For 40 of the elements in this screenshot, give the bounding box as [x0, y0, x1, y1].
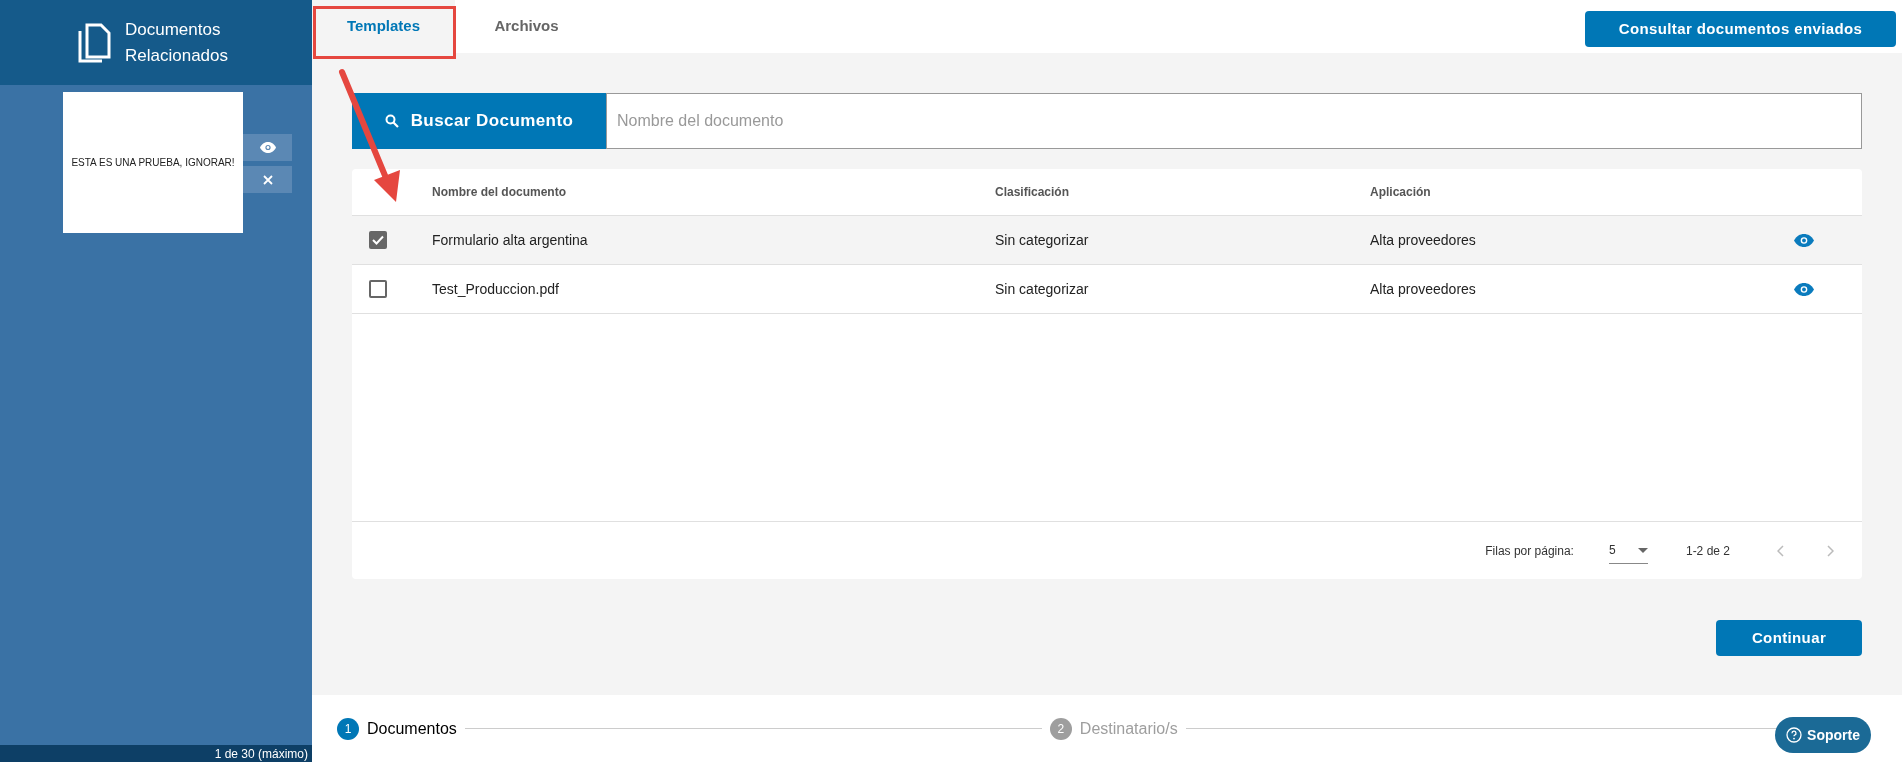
checkbox[interactable] [369, 231, 387, 249]
step-number: 2 [1049, 717, 1072, 740]
step-label: Documentos [367, 718, 457, 739]
table-cell-text: Sin categorizar [995, 230, 1089, 250]
step-label: Destinatario/s [1079, 718, 1178, 739]
table-cell-text: Alta proveedores [1370, 279, 1476, 299]
rows-per-page-label: Filas por página: [1485, 542, 1574, 560]
support-button[interactable]: Soporte [1775, 717, 1871, 753]
chevron-right-icon [1826, 544, 1834, 557]
attachment-counter: 1 de 30 (máximo) [214, 747, 308, 760]
document-thumbnail[interactable]: ESTA ES UNA PRUEBA, IGNORAR! [63, 92, 243, 233]
table-cell-text: Alta proveedores [1370, 230, 1476, 250]
rows-per-page-select[interactable]: 5 [1608, 537, 1648, 564]
thumbnail-text: ESTA ES UNA PRUEBA, IGNORAR! [71, 156, 235, 170]
eye-icon[interactable] [1794, 233, 1814, 247]
close-icon [262, 174, 273, 185]
column-header: Clasificación [995, 184, 1070, 201]
column-header: Aplicación [1370, 184, 1431, 201]
table-cell-text: Test_Produccion.pdf [432, 279, 559, 299]
search-button[interactable]: Buscar Documento [352, 93, 606, 149]
sidebar-title: Documentos Relacionados [125, 18, 229, 67]
help-icon [1786, 727, 1803, 743]
search-field[interactable]: Nombre del documento [606, 93, 1862, 149]
documents-icon [77, 22, 113, 63]
step-number: 1 [337, 717, 359, 740]
continue-button[interactable]: Continuar [1716, 620, 1862, 656]
search-icon [384, 114, 399, 128]
sent-documents-button[interactable]: Consultar documentos enviados [1585, 11, 1896, 47]
eye-icon[interactable] [1794, 282, 1814, 296]
dropdown-arrow-icon [1637, 547, 1648, 553]
table-cell-text: Sin categorizar [995, 279, 1089, 299]
tab[interactable]: Templates [312, 0, 455, 53]
chevron-left-icon [1776, 544, 1784, 557]
column-header: Nombre del documento [432, 184, 566, 201]
eye-icon [259, 142, 276, 153]
checkbox[interactable] [369, 280, 387, 298]
view-button[interactable] [243, 134, 292, 161]
table-cell-text: Formulario alta argentina [432, 230, 588, 250]
remove-button[interactable] [243, 166, 292, 193]
page-range: 1-2 de 2 [1685, 542, 1730, 560]
